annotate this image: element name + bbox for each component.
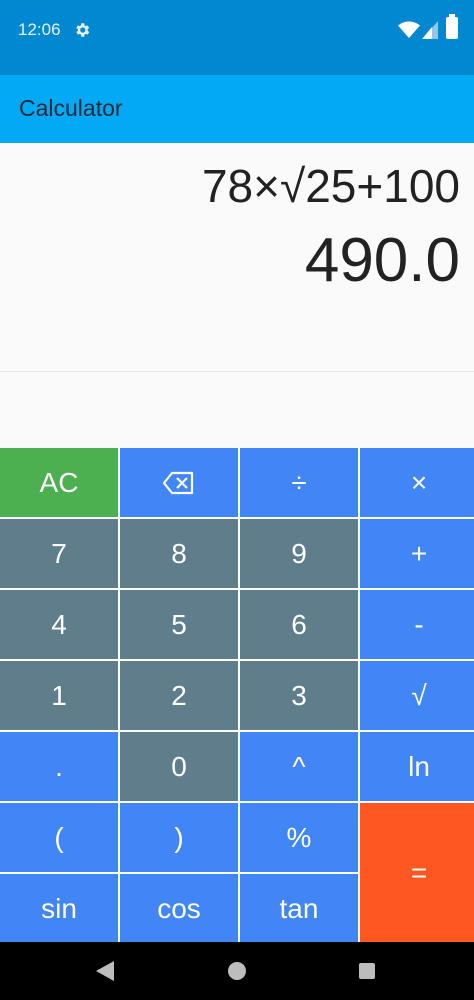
ln-button[interactable]: ln: [360, 732, 474, 801]
cos-button[interactable]: cos: [120, 874, 238, 943]
equals-button[interactable]: =: [360, 803, 474, 943]
home-icon[interactable]: [228, 962, 246, 980]
minus-button[interactable]: -: [360, 590, 474, 659]
recents-icon[interactable]: [359, 963, 375, 979]
sqrt-button[interactable]: √: [360, 661, 474, 730]
tan-button[interactable]: tan: [240, 874, 358, 943]
digit-2-button[interactable]: 2: [120, 661, 238, 730]
open-paren-button[interactable]: (: [0, 803, 118, 872]
digit-8-button[interactable]: 8: [120, 519, 238, 588]
digit-7-button[interactable]: 7: [0, 519, 118, 588]
percent-button[interactable]: %: [240, 803, 358, 872]
power-button[interactable]: ^: [240, 732, 358, 801]
backspace-icon: [163, 471, 194, 494]
decimal-button[interactable]: .: [0, 732, 118, 801]
keypad: AC ÷ × 7 8 9 + 4 5 6 - 1 2 3 √ . 0 ^ ln …: [0, 448, 474, 943]
wifi-icon: [398, 21, 420, 38]
digit-1-button[interactable]: 1: [0, 661, 118, 730]
cellular-icon: [422, 21, 438, 39]
digit-3-button[interactable]: 3: [240, 661, 358, 730]
digit-0-button[interactable]: 0: [120, 732, 238, 801]
backspace-button[interactable]: [120, 448, 238, 517]
app-bar: Calculator: [0, 75, 474, 143]
gear-icon: [76, 23, 90, 37]
calculator-display: 78×√25+100 490.0: [0, 143, 474, 371]
multiply-button[interactable]: ×: [360, 448, 474, 517]
digit-6-button[interactable]: 6: [240, 590, 358, 659]
digit-9-button[interactable]: 9: [240, 519, 358, 588]
battery-icon: [446, 14, 458, 39]
back-icon[interactable]: [96, 961, 114, 981]
status-time: 12:06: [18, 20, 61, 39]
app-title: Calculator: [19, 95, 123, 121]
display-divider: [0, 371, 474, 372]
status-bar: 12:06: [0, 0, 474, 75]
expression-text: 78×√25+100: [201, 160, 460, 212]
divide-button[interactable]: ÷: [240, 448, 358, 517]
digit-5-button[interactable]: 5: [120, 590, 238, 659]
sin-button[interactable]: sin: [0, 874, 118, 943]
digit-4-button[interactable]: 4: [0, 590, 118, 659]
navigation-bar: [0, 942, 474, 1000]
result-text: 490.0: [304, 226, 460, 295]
close-paren-button[interactable]: ): [120, 803, 238, 872]
clear-button[interactable]: AC: [0, 448, 118, 517]
plus-button[interactable]: +: [360, 519, 474, 588]
